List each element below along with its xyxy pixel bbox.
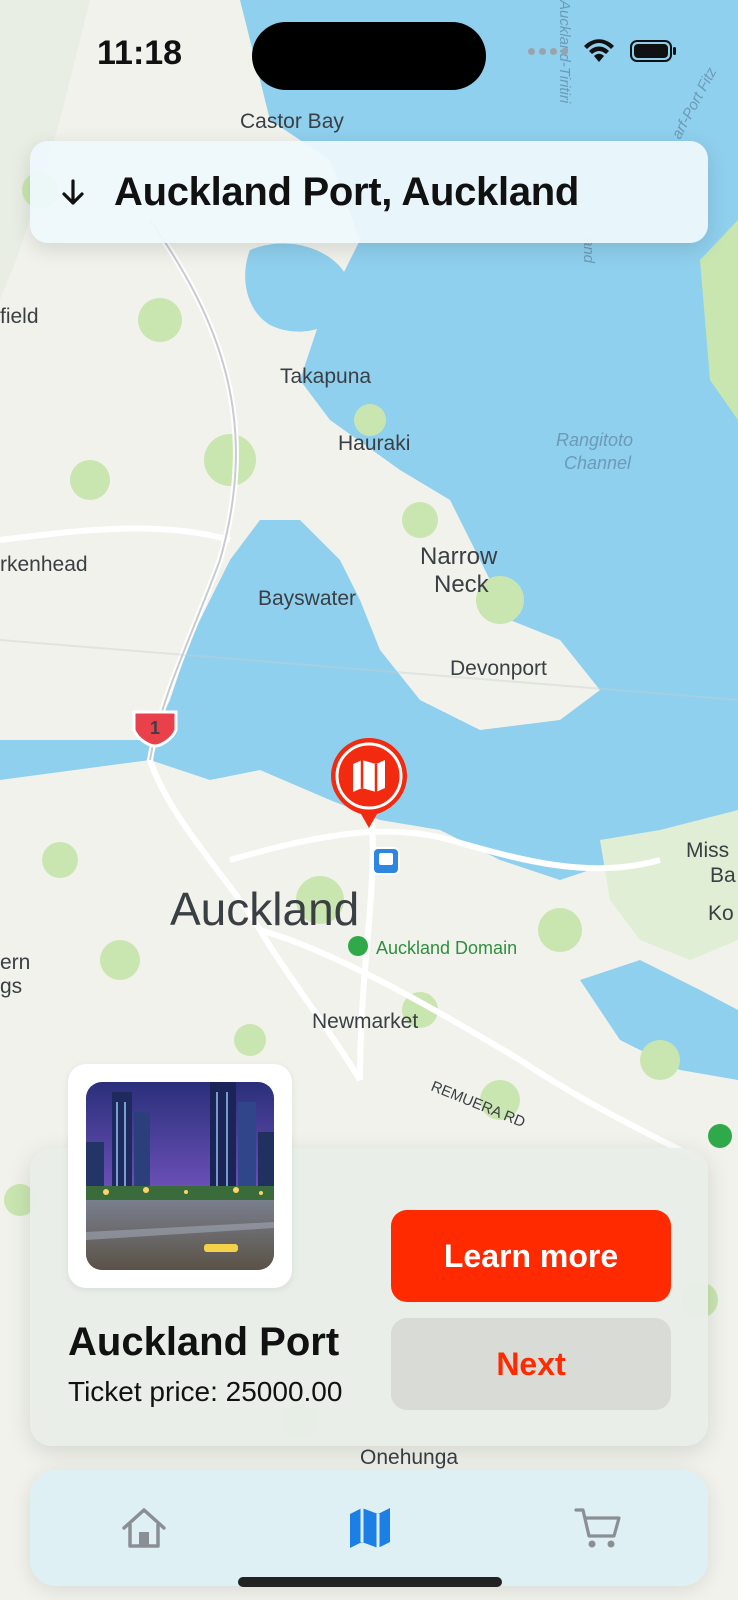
map-label-channel: Channel	[564, 453, 632, 473]
home-icon	[122, 1508, 166, 1548]
map-icon	[350, 1508, 390, 1548]
route-shield-label: 1	[150, 718, 160, 738]
map-icon	[353, 760, 385, 792]
map-label-field: field	[0, 305, 39, 328]
tab-map[interactable]	[340, 1498, 400, 1558]
learn-more-button[interactable]: Learn more	[391, 1210, 671, 1302]
status-icons	[528, 38, 678, 64]
status-bar: 11:18	[0, 0, 738, 110]
tab-home[interactable]	[114, 1498, 174, 1558]
map-label-mission-bay-2: Ba	[710, 864, 736, 887]
arrow-down-icon[interactable]	[58, 177, 88, 207]
place-name: Auckland Port	[68, 1320, 340, 1364]
map-label-hauraki: Hauraki	[338, 432, 410, 455]
map-label-devonport: Devonport	[450, 657, 547, 680]
wifi-icon	[584, 39, 614, 62]
place-thumbnail[interactable]	[86, 1082, 274, 1270]
map-label-narrow: Narrow	[420, 543, 498, 570]
map-label-castor-bay: Castor Bay	[240, 110, 344, 133]
battery-icon	[630, 40, 676, 62]
map-pin[interactable]	[329, 736, 409, 830]
map-label-ern: ern	[0, 951, 30, 974]
map-label-auckland: Auckland	[170, 883, 359, 935]
map-label-rangitoto: Rangitoto	[556, 430, 633, 450]
map-label-auckland-domain: Auckland Domain	[376, 938, 517, 958]
tab-bar	[30, 1470, 708, 1586]
map-label-ko: Ko	[708, 902, 734, 925]
signal-dots-icon	[528, 47, 568, 55]
home-indicator	[238, 1577, 502, 1587]
cart-icon	[574, 1508, 621, 1548]
place-thumbnail-frame	[68, 1064, 292, 1288]
location-header[interactable]: Auckland Port, Auckland	[30, 141, 708, 243]
map-label-gs: gs	[0, 975, 22, 998]
map-label-birkenhead: rkenhead	[0, 553, 88, 576]
dynamic-island	[252, 22, 486, 90]
map-label-mission-bay-1: Miss	[686, 839, 729, 862]
map-label-takapuna: Takapuna	[280, 365, 371, 388]
next-button[interactable]: Next	[391, 1318, 671, 1410]
ticket-price: Ticket price: 25000.00	[68, 1376, 343, 1407]
map-label-bayswater: Bayswater	[258, 587, 356, 610]
map-label-newmarket: Newmarket	[312, 1010, 418, 1033]
location-title: Auckland Port, Auckland	[114, 169, 580, 214]
map-label-onehunga: Onehunga	[360, 1446, 458, 1469]
map-label-neck: Neck	[434, 571, 490, 598]
place-card: Auckland Port Ticket price: 25000.00 Lea…	[30, 1064, 708, 1446]
tab-cart[interactable]	[568, 1498, 628, 1558]
status-time: 11:18	[97, 34, 183, 72]
